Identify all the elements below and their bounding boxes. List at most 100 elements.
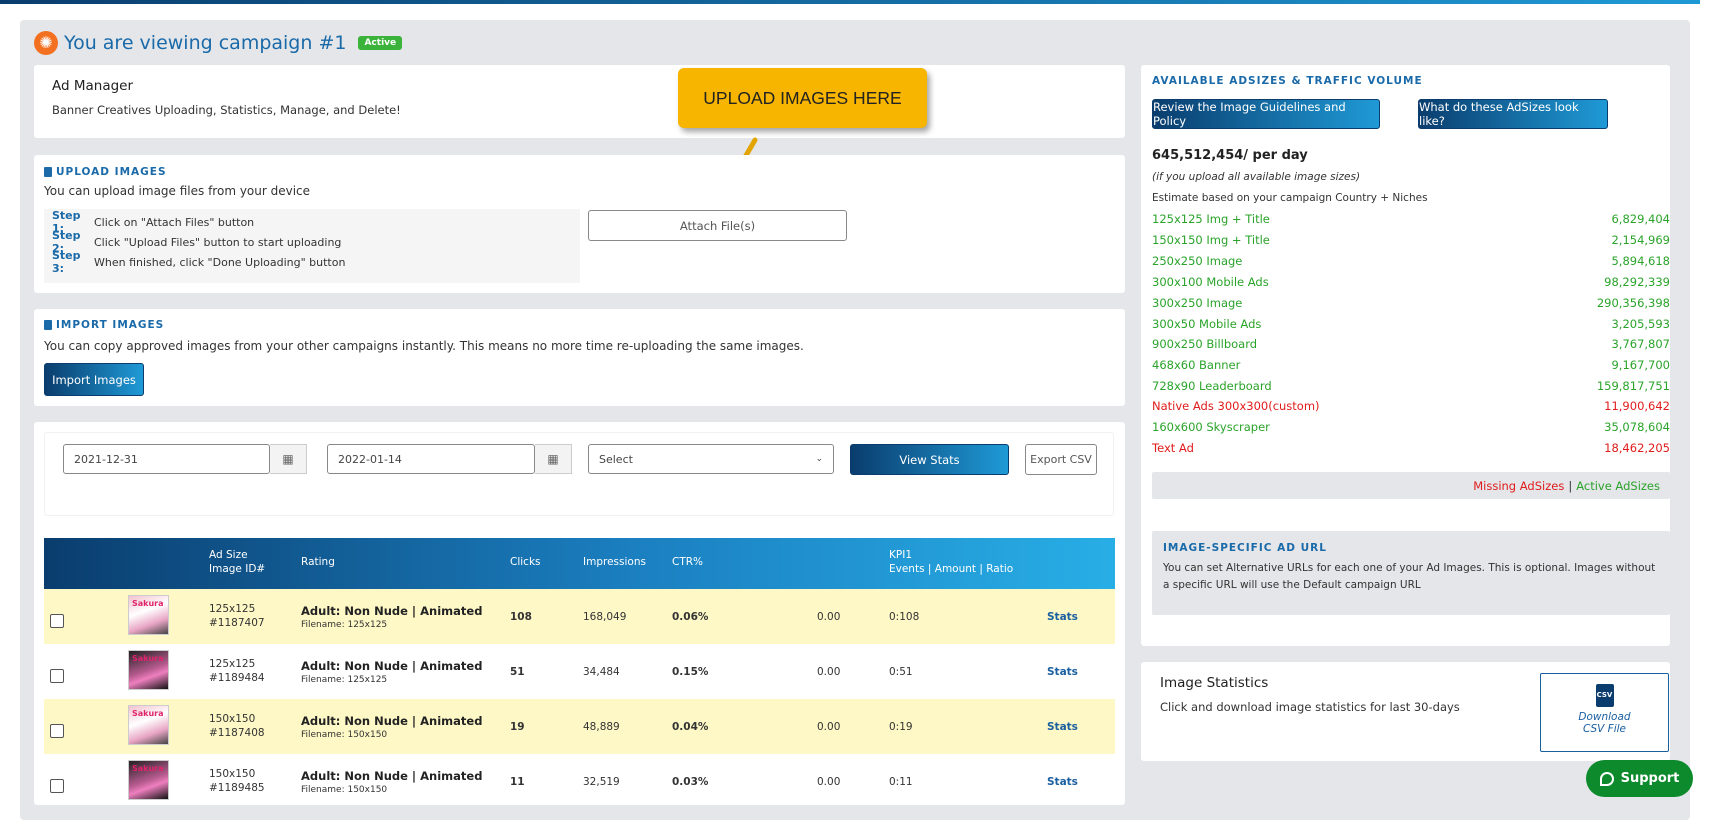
- import-description: You can copy approved images from your o…: [44, 339, 804, 353]
- guidelines-button[interactable]: Review the Image Guidelines and Policy: [1152, 99, 1380, 129]
- adsize-row: Text Ad 18,462,205: [1152, 438, 1670, 458]
- adsizes-preview-button[interactable]: What do these AdSizes look like?: [1418, 99, 1608, 129]
- table-row: Sakura 150x150 #1189485 Adult: Non Nude …: [44, 754, 1115, 805]
- import-section-title: IMPORT IMAGES: [44, 319, 164, 331]
- table-row: Sakura 150x150 #1187408 Adult: Non Nude …: [44, 699, 1115, 754]
- adsize-name: 150x150 Img + Title: [1152, 233, 1270, 247]
- adsize-volume: 98,292,339: [1604, 275, 1670, 289]
- traffic-note: (if you upload all available image sizes…: [1152, 171, 1361, 183]
- stats-link[interactable]: Stats: [1047, 611, 1078, 623]
- export-csv-button[interactable]: Export CSV: [1025, 444, 1097, 475]
- col-kpi-sub: Events | Amount | Ratio: [889, 563, 1014, 575]
- table-row: Sakura 125x125 #1189484 Adult: Non Nude …: [44, 644, 1115, 699]
- ctr-value: 0.06%: [672, 611, 709, 623]
- download-csv-button[interactable]: CSV Download CSV File: [1540, 673, 1669, 752]
- image-stats-card: Image Statistics Click and download imag…: [1141, 662, 1670, 761]
- adsize-name: 468x60 Banner: [1152, 358, 1241, 372]
- adsize-volume: 18,462,205: [1604, 441, 1670, 455]
- ad-size: 150x150: [209, 768, 256, 780]
- step-text: Click on "Attach Files" button: [94, 215, 255, 229]
- rating-text: Adult: Non Nude | Animated: [301, 659, 483, 673]
- adsize-volume: 290,356,398: [1596, 296, 1670, 310]
- col-rating: Rating: [301, 556, 335, 568]
- ad-thumbnail[interactable]: Sakura: [128, 760, 169, 800]
- rating-cell: Adult: Non Nude | Animated Filename: 125x…: [301, 604, 482, 630]
- col-kpi: KPI1: [889, 549, 912, 561]
- image-url-title: IMAGE-SPECIFIC AD URL: [1163, 542, 1327, 554]
- end-date-input[interactable]: 2022-01-14: [327, 444, 535, 474]
- filename-text: Filename: 150x150: [301, 785, 388, 795]
- view-stats-button[interactable]: View Stats: [850, 444, 1009, 475]
- adsize-volume: 3,205,593: [1611, 317, 1670, 331]
- step-text: Click "Upload Files" button to start upl…: [94, 235, 342, 249]
- calendar-icon[interactable]: ▦: [535, 444, 572, 474]
- step-item: Step 2: Click "Upload Files" button to st…: [44, 229, 580, 255]
- ad-size: 150x150: [209, 713, 256, 725]
- import-images-card: IMPORT IMAGES You can copy approved imag…: [34, 309, 1125, 406]
- ad-thumbnail[interactable]: Sakura: [128, 650, 169, 690]
- row-checkbox[interactable]: [50, 669, 64, 683]
- adsize-name: 300x100 Mobile Ads: [1152, 275, 1269, 289]
- clicks-value: 11: [510, 776, 525, 788]
- import-title-text: IMPORT IMAGES: [56, 319, 165, 331]
- stats-link[interactable]: Stats: [1047, 721, 1078, 733]
- adsize-row: 160x600 Skyscraper 35,078,604: [1152, 417, 1670, 437]
- adsizes-legend: Missing AdSizes | Active AdSizes: [1152, 472, 1670, 499]
- adsize-volume: 5,894,618: [1611, 254, 1670, 268]
- adsize-volume: 6,829,404: [1611, 212, 1670, 226]
- image-id: #1189485: [209, 782, 265, 794]
- adsize-volume: 2,154,969: [1611, 233, 1670, 247]
- traffic-estimate: Estimate based on your campaign Country …: [1152, 192, 1428, 204]
- adsize-name: 900x250 Billboard: [1152, 337, 1258, 351]
- filename-text: Filename: 125x125: [301, 620, 388, 630]
- col-clicks: Clicks: [510, 556, 541, 568]
- row-checkbox[interactable]: [50, 614, 64, 628]
- scrollbar-track[interactable]: [1700, 0, 1710, 805]
- stats-link[interactable]: Stats: [1047, 776, 1078, 788]
- ad-thumbnail[interactable]: Sakura: [128, 705, 169, 745]
- amount-value: 0.00: [817, 666, 841, 678]
- row-checkbox[interactable]: [50, 724, 64, 738]
- amount-value: 0.00: [817, 776, 841, 788]
- image-id: #1189484: [209, 672, 265, 684]
- support-label: Support: [1620, 771, 1680, 786]
- rating-cell: Adult: Non Nude | Animated Filename: 125x…: [301, 659, 482, 685]
- amount-value: 0.00: [817, 611, 841, 623]
- download-line2: CSV File: [1582, 723, 1627, 735]
- rating-text: Adult: Non Nude | Animated: [301, 604, 483, 618]
- image-stats-description: Click and download image statistics for …: [1160, 700, 1460, 714]
- kpi-value: 0:11: [889, 776, 913, 788]
- top-accent-bar: [0, 0, 1710, 4]
- ctr-value: 0.03%: [672, 776, 709, 788]
- ad-manager-title: Ad Manager: [52, 78, 134, 94]
- adsize-row: 728x90 Leaderboard 159,817,751: [1152, 376, 1670, 396]
- impressions-value: 168,049: [583, 611, 627, 623]
- upload-steps: Step 1: Click on "Attach Files" button St…: [44, 209, 580, 283]
- ad-size: 125x125: [209, 658, 256, 670]
- stats-link[interactable]: Stats: [1047, 666, 1078, 678]
- chevron-down-icon: ⌄: [815, 454, 823, 464]
- clicks-value: 108: [510, 611, 532, 623]
- import-images-button[interactable]: Import Images: [44, 363, 144, 396]
- rating-cell: Adult: Non Nude | Animated Filename: 150x…: [301, 714, 482, 740]
- step-label: Step 3:: [52, 249, 81, 275]
- calendar-icon[interactable]: ▦: [270, 444, 307, 474]
- adsize-name: 250x250 Image: [1152, 254, 1243, 268]
- image-url-description: You can set Alternative URLs for each on…: [1163, 562, 1656, 591]
- support-button[interactable]: Support: [1586, 760, 1693, 797]
- filter-select[interactable]: Select ⌄: [588, 444, 834, 474]
- kpi-value: 0:19: [889, 721, 913, 733]
- ad-thumbnail[interactable]: Sakura: [128, 595, 169, 635]
- image-id: #1187408: [209, 727, 265, 739]
- col-impressions: Impressions: [583, 556, 646, 568]
- adsize-name: 300x50 Mobile Ads: [1152, 317, 1262, 331]
- legend-separator: |: [1568, 478, 1573, 493]
- csv-file-icon: CSV: [1595, 684, 1614, 707]
- adsize-volume: 35,078,604: [1604, 420, 1670, 434]
- attach-files-button[interactable]: Attach File(s): [588, 210, 847, 241]
- adsize-name: Native Ads 300x300(custom): [1152, 399, 1320, 413]
- row-checkbox[interactable]: [50, 779, 64, 793]
- adsize-name: 125x125 Img + Title: [1152, 212, 1270, 226]
- upload-callout: UPLOAD IMAGES HERE: [678, 68, 927, 128]
- start-date-input[interactable]: 2021-12-31: [63, 444, 270, 474]
